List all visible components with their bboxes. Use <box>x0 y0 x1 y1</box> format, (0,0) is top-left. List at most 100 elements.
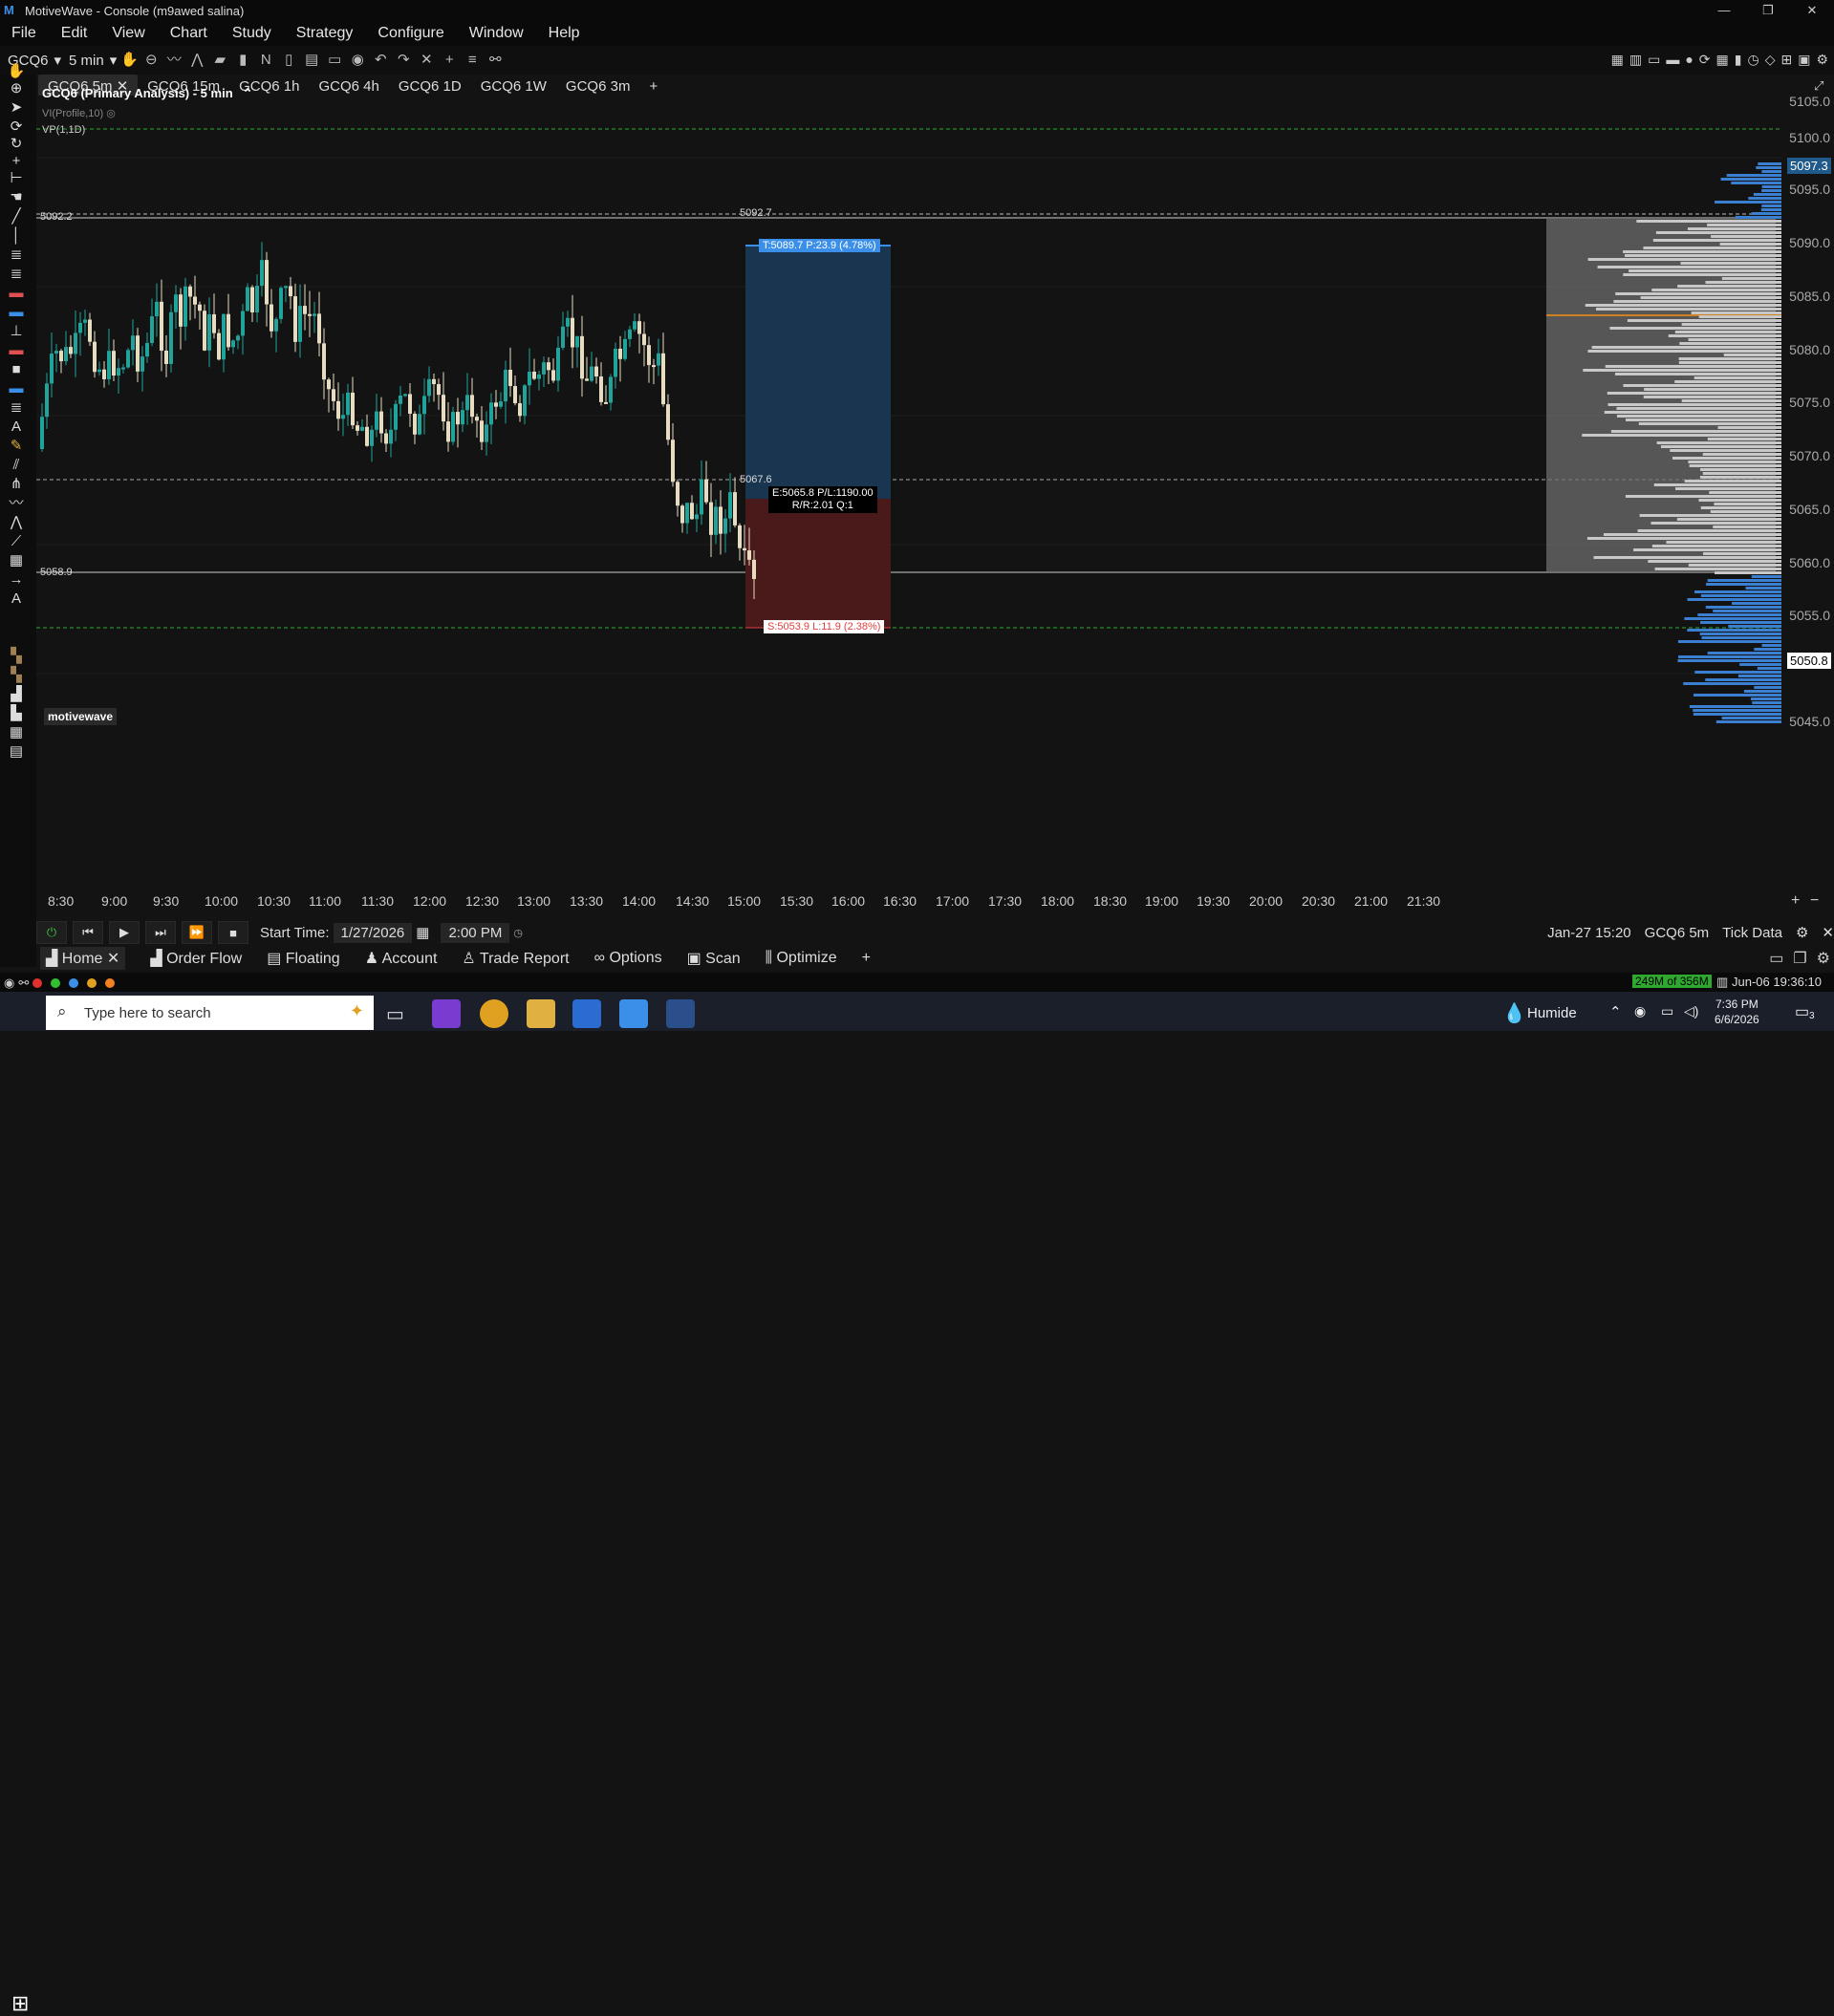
menu-chart[interactable]: Chart <box>170 25 207 42</box>
trash-icon[interactable]: ▥ <box>1716 975 1728 990</box>
measure-tool-icon[interactable]: ⊢ <box>6 170 27 187</box>
wave-tool-icon[interactable]: ⋀ <box>6 514 27 531</box>
close-icon[interactable]: ✕ <box>107 951 119 967</box>
start-time-field[interactable]: 2:00 PM <box>441 922 510 943</box>
menu-edit[interactable]: Edit <box>61 25 88 42</box>
network-icon[interactable]: ▭ <box>1661 1003 1673 1019</box>
band-tool-icon[interactable]: ▬ <box>6 380 27 397</box>
gear-icon[interactable]: ⚙ <box>1796 924 1808 941</box>
file-explorer-icon[interactable] <box>527 999 555 1028</box>
document-icon[interactable]: ▤ <box>6 743 27 761</box>
panel-icon[interactable]: ▬ <box>1666 52 1679 68</box>
text-tool-icon[interactable]: A <box>6 418 27 436</box>
camera-icon[interactable]: ◉ <box>350 53 365 68</box>
windows-start-icon[interactable]: ⊞ <box>11 1991 29 2016</box>
maximize-button[interactable]: ❐ <box>1746 0 1790 21</box>
portfolio-icon[interactable]: ▣ <box>1798 52 1810 68</box>
tree-icon[interactable]: ⊞ <box>1780 52 1792 68</box>
stop-icon[interactable]: ■ <box>218 921 248 944</box>
weather-label[interactable]: Humide <box>1527 1005 1577 1021</box>
tab-scan[interactable]: ▣ Scan <box>687 949 741 968</box>
sync-tool-icon[interactable]: ⟳ <box>6 118 27 136</box>
zoom-tool-icon[interactable]: ⊕ <box>6 80 27 97</box>
memory-indicator[interactable]: 249M of 356M <box>1632 975 1712 988</box>
menu-study[interactable]: Study <box>232 25 271 42</box>
gear-icon[interactable]: ⚙ <box>1817 949 1830 968</box>
copy-icon[interactable]: ❐ <box>1793 949 1806 968</box>
hand-icon[interactable]: ✋ <box>120 53 139 68</box>
close-icon[interactable]: ✕ <box>1822 924 1834 941</box>
hand-tool-icon[interactable]: ✋ <box>6 63 27 80</box>
book-icon[interactable]: ▮ <box>1735 52 1742 68</box>
zoom-in-icon[interactable]: + <box>1791 892 1800 910</box>
minimize-button[interactable]: — <box>1702 0 1746 21</box>
calendar-icon[interactable]: ▦ <box>416 924 429 941</box>
redo-icon[interactable]: ↷ <box>396 53 411 68</box>
crosshair-tool-icon[interactable]: + <box>6 153 27 170</box>
box-tool-icon[interactable]: ■ <box>6 361 27 378</box>
layers-icon[interactable]: ▚ <box>6 648 27 665</box>
chrome-icon[interactable] <box>480 999 508 1028</box>
volume-icon[interactable]: ◁) <box>1684 1003 1698 1019</box>
table-grid-icon[interactable]: ▦ <box>6 724 27 741</box>
fib-ext-icon[interactable]: ≣ <box>6 266 27 283</box>
layers2-icon[interactable]: ▚ <box>6 667 27 684</box>
interval-select[interactable]: 5 min ▾ <box>69 52 117 70</box>
chevron-up-icon[interactable]: ⌃ <box>243 86 253 101</box>
zoom-out-icon[interactable]: ⊖ <box>143 53 159 68</box>
refresh-icon[interactable]: ⟳ <box>1699 52 1711 68</box>
chart-area-icon[interactable]: ▙ <box>6 705 27 722</box>
eye-slash-icon[interactable]: ◎ <box>106 108 116 119</box>
table-icon[interactable]: ▦ <box>1716 52 1729 68</box>
save-icon[interactable]: ▤ <box>304 53 319 68</box>
fast-forward-icon[interactable]: ⏩ <box>182 921 212 944</box>
tag-icon[interactable]: ◇ <box>1765 52 1776 68</box>
chart-area[interactable]: GCQ6 (Primary Analysis) - 5 min ⌃ VI(Prof… <box>36 86 1781 896</box>
fib-tool-icon[interactable]: ≣ <box>6 247 27 264</box>
menu-view[interactable]: View <box>112 25 144 42</box>
tab-gcq6-4h[interactable]: GCQ6 4h <box>310 75 389 97</box>
menu-file[interactable]: File <box>11 25 36 42</box>
candle-icon[interactable]: ▮ <box>235 53 250 68</box>
line-tool-icon[interactable]: ╱ <box>6 208 27 225</box>
entry-label[interactable]: E:5065.8 P/L:1190.00 R/R:2.01 Q:1 <box>768 486 877 513</box>
pitchfork-tool-icon[interactable]: ⋔ <box>6 476 27 493</box>
tab-order-flow[interactable]: ▟ Order Flow <box>150 949 242 968</box>
copilot-icon[interactable] <box>432 999 461 1028</box>
crosshair-icon[interactable]: + <box>442 53 457 68</box>
tray-chevron-icon[interactable]: ⌃ <box>1609 1003 1622 1020</box>
zoom-out-icon[interactable]: − <box>1810 892 1819 910</box>
link-icon[interactable]: ⚯ <box>487 53 503 68</box>
rect-red-icon[interactable]: ▬ <box>6 285 27 302</box>
palette-icon[interactable]: ● <box>1685 52 1693 68</box>
rect-blue-icon[interactable]: ▬ <box>6 304 27 321</box>
tools-icon[interactable]: ✕ <box>419 53 434 68</box>
pencil-tool-icon[interactable]: ✎ <box>6 438 27 455</box>
step-forward-icon[interactable]: ⏭ <box>145 921 176 944</box>
hand-drag-icon[interactable]: ☚ <box>6 189 27 206</box>
align-icon[interactable]: ≡ <box>464 53 480 68</box>
level-tool-icon[interactable]: ⊥ <box>6 323 27 340</box>
tab-gcq6-3m[interactable]: GCQ6 3m <box>556 75 640 97</box>
channel-tool-icon[interactable]: ⫽ <box>6 457 27 474</box>
tab-optimize[interactable]: ⫼ Optimize <box>766 950 837 967</box>
arrow-tool-icon[interactable]: → <box>6 571 27 589</box>
price-axis[interactable]: 5105.0 5100.0 5095.0 5090.0 5085.0 5080.… <box>1781 94 1834 896</box>
polyline-tool-icon[interactable]: 〰 <box>6 495 27 512</box>
meet-icon[interactable]: ◉ <box>1634 1003 1646 1019</box>
area-chart-icon[interactable]: ▰ <box>212 53 227 68</box>
store-icon[interactable] <box>572 999 601 1028</box>
histogram-icon[interactable]: ▟ <box>6 686 27 703</box>
rewind-icon[interactable]: ⏮ <box>73 921 103 944</box>
notification-icon[interactable]: ▭ <box>1795 1002 1809 1021</box>
layout-icon[interactable]: ▦ <box>1611 52 1624 68</box>
line-study-icon[interactable]: 〰 <box>166 53 182 68</box>
undo-icon[interactable]: ↶ <box>373 53 388 68</box>
panel-icon[interactable]: ▭ <box>1769 949 1783 968</box>
play-icon[interactable]: ▶ <box>109 921 140 944</box>
label-tool-icon[interactable]: A <box>6 590 27 608</box>
zone-tool-icon[interactable]: ▬ <box>6 342 27 359</box>
grid-tool-icon[interactable]: ▦ <box>6 552 27 569</box>
taskbar-search-input[interactable]: ⌕ Type here to search ✦ <box>46 996 374 1030</box>
taskbar-clock[interactable]: 7:36 PM 6/6/2026 <box>1715 997 1759 1027</box>
